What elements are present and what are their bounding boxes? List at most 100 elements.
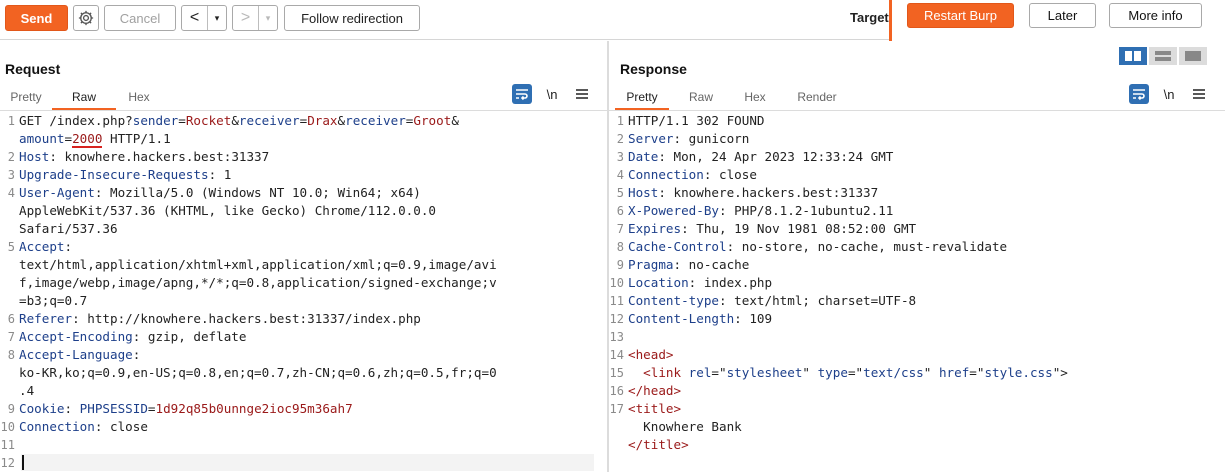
line-text: Date: Mon, 24 Apr 2023 12:33:24 GMT xyxy=(628,149,894,164)
code-line[interactable]: 13 xyxy=(609,328,1225,346)
code-line[interactable]: 7 Expires: Thu, 19 Nov 1981 08:52:00 GMT xyxy=(609,220,1225,238)
request-editor[interactable]: 1 GET /index.php?sender=Rocket&receiver=D… xyxy=(0,112,607,472)
line-text: Server: gunicorn xyxy=(628,131,750,146)
tab-pretty[interactable]: Pretty xyxy=(615,86,669,110)
code-line[interactable]: 16 </head> xyxy=(609,382,1225,400)
tab-render[interactable]: Render xyxy=(777,86,857,110)
layout-toggle xyxy=(1119,47,1207,65)
line-text: X-Powered-By: PHP/8.1.2-1ubuntu2.11 xyxy=(628,203,894,218)
send-button[interactable]: Send xyxy=(5,5,68,31)
code-line[interactable]: 2 Host: knowhere.hackers.best:31337 xyxy=(0,148,607,166)
code-line[interactable]: 12 Content-Length: 109 xyxy=(609,310,1225,328)
line-text: <title> Knowhere Bank </title> xyxy=(628,401,742,452)
tab-hex[interactable]: Hex xyxy=(116,86,162,110)
line-text: Cache-Control: no-store, no-cache, must-… xyxy=(628,239,1008,254)
target-label[interactable]: Target xyxy=(850,10,889,25)
code-line[interactable]: 15 <link rel="stylesheet" type="text/css… xyxy=(609,364,1225,382)
line-text: Content-Length: 109 xyxy=(628,311,773,326)
line-number: 2 xyxy=(7,150,15,164)
line-text: Host: knowhere.hackers.best:31337 xyxy=(628,185,879,200)
line-number: 14 xyxy=(609,348,624,362)
line-text: Cookie: PHPSESSID=1d92q85b0unnge2ioc95m3… xyxy=(19,401,353,416)
line-text: Expires: Thu, 19 Nov 1981 08:52:00 GMT xyxy=(628,221,917,236)
code-line[interactable]: 3 Date: Mon, 24 Apr 2023 12:33:24 GMT xyxy=(609,148,1225,166)
code-line[interactable]: 5 Accept: text/html,application/xhtml+xml… xyxy=(0,238,607,310)
tab-pretty[interactable]: Pretty xyxy=(0,86,52,110)
line-number: 10 xyxy=(0,420,15,434)
settings-button[interactable] xyxy=(73,5,99,31)
code-line[interactable]: 4 User-Agent: Mozilla/5.0 (Windows NT 10.… xyxy=(0,184,607,238)
code-line[interactable]: 8 Cache-Control: no-store, no-cache, must… xyxy=(609,238,1225,256)
follow-redirection-button[interactable]: Follow redirection xyxy=(284,5,420,31)
code-line[interactable]: 4 Connection: close xyxy=(609,166,1225,184)
wrap-icon[interactable] xyxy=(512,84,532,104)
chevron-down-icon[interactable]: ▾ xyxy=(208,6,226,30)
line-text: Accept: text/html,application/xhtml+xml,… xyxy=(19,239,497,308)
response-editor[interactable]: 1 HTTP/1.1 302 FOUND 2 Server: gunicorn 3 Dat… xyxy=(609,112,1225,472)
code-line[interactable]: 9 Cookie: PHPSESSID=1d92q85b0unnge2ioc95m… xyxy=(0,400,607,418)
code-line[interactable]: 10 Connection: close xyxy=(0,418,607,436)
forward-arrow-icon[interactable]: > xyxy=(233,6,259,30)
code-line[interactable]: 7 Accept-Encoding: gzip, deflate xyxy=(0,328,607,346)
line-number: 11 xyxy=(609,294,624,308)
menu-icon[interactable] xyxy=(1189,84,1209,104)
line-text: <link rel="stylesheet" type="text/css" h… xyxy=(643,365,1068,380)
tab-hex[interactable]: Hex xyxy=(733,86,777,110)
forward-button[interactable]: > ▾ xyxy=(232,5,278,31)
code-line[interactable]: 12 xyxy=(0,454,607,472)
code-line[interactable]: 11 Content-type: text/html; charset=UTF-8 xyxy=(609,292,1225,310)
tab-raw[interactable]: Raw xyxy=(52,86,116,110)
request-tabs: Pretty Raw Hex xyxy=(0,86,162,110)
line-number: 1 xyxy=(7,114,15,128)
line-number: 6 xyxy=(7,312,15,326)
back-arrow-icon[interactable]: < xyxy=(182,6,208,30)
line-number: 6 xyxy=(616,204,624,218)
line-number: 8 xyxy=(616,240,624,254)
restart-burp-button[interactable]: Restart Burp xyxy=(907,3,1014,28)
code-line[interactable]: 14 <head> xyxy=(609,346,1225,364)
request-title: Request xyxy=(5,61,61,77)
code-line[interactable]: 11 xyxy=(0,436,607,454)
code-line[interactable]: 3 Upgrade-Insecure-Requests: 1 xyxy=(0,166,607,184)
code-line[interactable]: 9 Pragma: no-cache xyxy=(609,256,1225,274)
line-text: Content-type: text/html; charset=UTF-8 xyxy=(628,293,917,308)
line-number: 4 xyxy=(7,186,15,200)
line-text: User-Agent: Mozilla/5.0 (Windows NT 10.0… xyxy=(19,185,437,236)
line-number: 12 xyxy=(0,456,15,470)
line-number: 3 xyxy=(7,168,15,182)
line-number: 16 xyxy=(609,384,624,398)
code-line[interactable]: 1 GET /index.php?sender=Rocket&receiver=D… xyxy=(0,112,607,148)
newline-icon[interactable]: \n xyxy=(1159,84,1179,104)
code-line[interactable]: 2 Server: gunicorn xyxy=(609,130,1225,148)
code-line[interactable]: 17 <title> Knowhere Bank </title> xyxy=(609,400,1225,454)
split-horizontal-icon[interactable] xyxy=(1119,47,1147,65)
code-line[interactable]: 6 Referer: http://knowhere.hackers.best:3… xyxy=(0,310,607,328)
tab-raw[interactable]: Raw xyxy=(669,86,733,110)
later-button[interactable]: Later xyxy=(1029,3,1096,28)
split-vertical-icon[interactable] xyxy=(1149,47,1177,65)
more-info-button[interactable]: More info xyxy=(1109,3,1202,28)
current-line-highlight xyxy=(21,454,594,471)
menu-icon[interactable] xyxy=(572,84,592,104)
line-number: 12 xyxy=(609,312,624,326)
line-text: Upgrade-Insecure-Requests: 1 xyxy=(19,167,232,182)
line-text: Connection: close xyxy=(628,167,757,182)
code-line[interactable]: 10 Location: index.php xyxy=(609,274,1225,292)
code-line[interactable]: 1 HTTP/1.1 302 FOUND xyxy=(609,112,1225,130)
line-text xyxy=(19,436,607,454)
cancel-button[interactable]: Cancel xyxy=(104,5,176,31)
wrap-icon[interactable] xyxy=(1129,84,1149,104)
single-view-icon[interactable] xyxy=(1179,47,1207,65)
line-text: Accept-Language: ko-KR,ko;q=0.9,en-US;q=… xyxy=(19,347,497,398)
line-number: 3 xyxy=(616,150,624,164)
line-text: GET /index.php?sender=Rocket&receiver=Dr… xyxy=(19,113,459,148)
line-text: Pragma: no-cache xyxy=(628,257,750,272)
line-number: 2 xyxy=(616,132,624,146)
code-line[interactable]: 8 Accept-Language: ko-KR,ko;q=0.9,en-US;q… xyxy=(0,346,607,400)
chevron-down-icon[interactable]: ▾ xyxy=(259,6,277,30)
newline-icon[interactable]: \n xyxy=(542,84,562,104)
code-line[interactable]: 6 X-Powered-By: PHP/8.1.2-1ubuntu2.11 xyxy=(609,202,1225,220)
code-line[interactable]: 5 Host: knowhere.hackers.best:31337 xyxy=(609,184,1225,202)
back-button[interactable]: < ▾ xyxy=(181,5,227,31)
line-number: 7 xyxy=(616,222,624,236)
